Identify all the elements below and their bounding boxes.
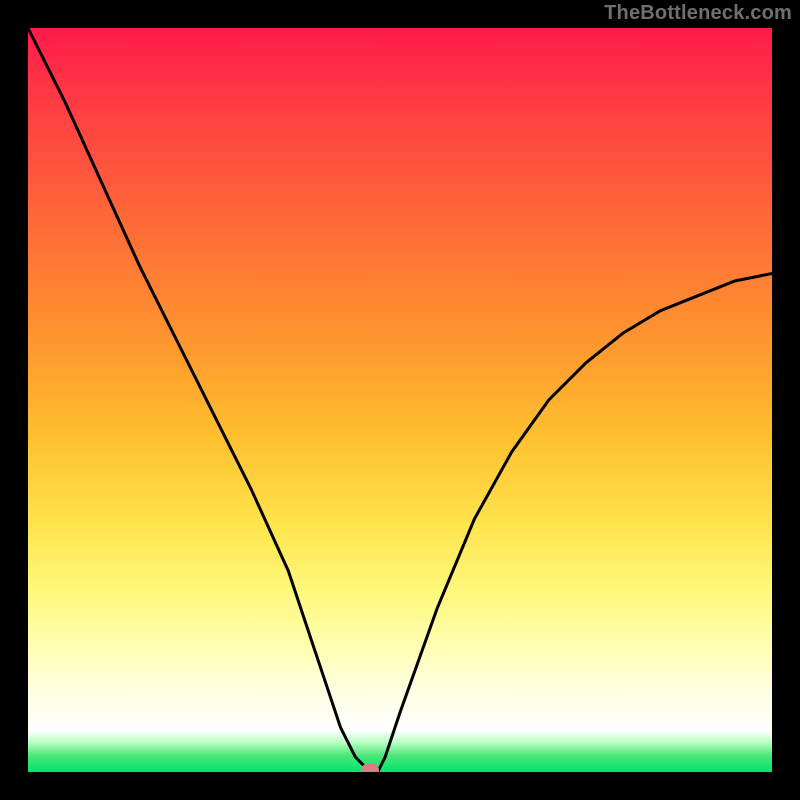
plot-area xyxy=(28,28,772,772)
attribution-label: TheBottleneck.com xyxy=(604,2,792,25)
green-band xyxy=(28,730,772,772)
chart-frame: TheBottleneck.com xyxy=(0,0,800,800)
gradient-background xyxy=(28,28,772,730)
optimal-marker xyxy=(361,764,379,772)
